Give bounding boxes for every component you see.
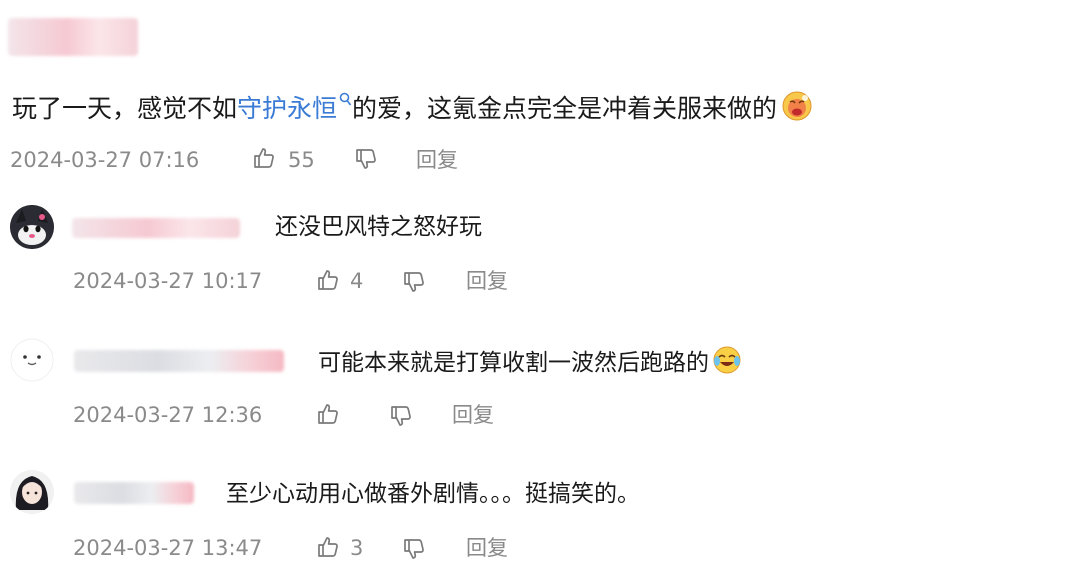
reply-text: 可能本来就是打算收割一波然后跑路的 xyxy=(318,345,742,377)
username-blurred[interactable] xyxy=(74,350,284,372)
reply-button[interactable]: 回复 xyxy=(466,535,508,561)
reply-text: 至少心动用心做番外剧情。。。挺搞笑的。 xyxy=(226,481,640,507)
thumbs-up-icon[interactable] xyxy=(316,268,340,292)
comment-date: 2024-03-27 07:16 xyxy=(10,148,200,172)
search-link[interactable]: 守护永恒 xyxy=(237,92,352,123)
reply-date: 2024-03-27 13:47 xyxy=(73,536,263,560)
reply-button[interactable]: 回复 xyxy=(452,402,494,428)
thumbs-up-icon[interactable] xyxy=(316,535,340,559)
username-blurred[interactable] xyxy=(8,18,138,56)
avatar[interactable] xyxy=(10,205,54,249)
search-icon xyxy=(339,92,352,106)
reply-date: 2024-03-27 12:36 xyxy=(73,403,263,427)
avatar[interactable] xyxy=(10,470,54,514)
avatar[interactable] xyxy=(10,338,54,382)
reply-button[interactable]: 回复 xyxy=(466,268,508,294)
thumbs-down-icon[interactable] xyxy=(402,270,426,294)
avatar-image xyxy=(10,470,54,514)
like-count: 4 xyxy=(350,269,364,293)
avatar-image xyxy=(10,338,54,382)
comment-text: 玩了一天，感觉不如守护永恒 的爱，这氪金点完全是冲着关服来做的 xyxy=(12,90,813,124)
laughing-crying-emoji xyxy=(713,346,741,374)
thumbs-up-icon[interactable] xyxy=(316,402,340,426)
like-count: 3 xyxy=(350,536,364,560)
username-blurred[interactable] xyxy=(74,482,194,504)
reply-date: 2024-03-27 10:17 xyxy=(73,269,263,293)
username-blurred[interactable] xyxy=(72,218,240,238)
like-count: 55 xyxy=(288,148,315,172)
reply-button[interactable]: 回复 xyxy=(416,147,458,173)
thumbs-down-icon[interactable] xyxy=(402,537,426,561)
reply-text: 还没巴风特之怒好玩 xyxy=(275,214,482,240)
thumbs-up-icon[interactable] xyxy=(252,146,276,170)
avatar-image xyxy=(10,205,54,249)
thumbs-down-icon[interactable] xyxy=(354,147,378,171)
thumbs-down-icon[interactable] xyxy=(389,404,413,428)
crying-face-emoji xyxy=(782,91,812,121)
